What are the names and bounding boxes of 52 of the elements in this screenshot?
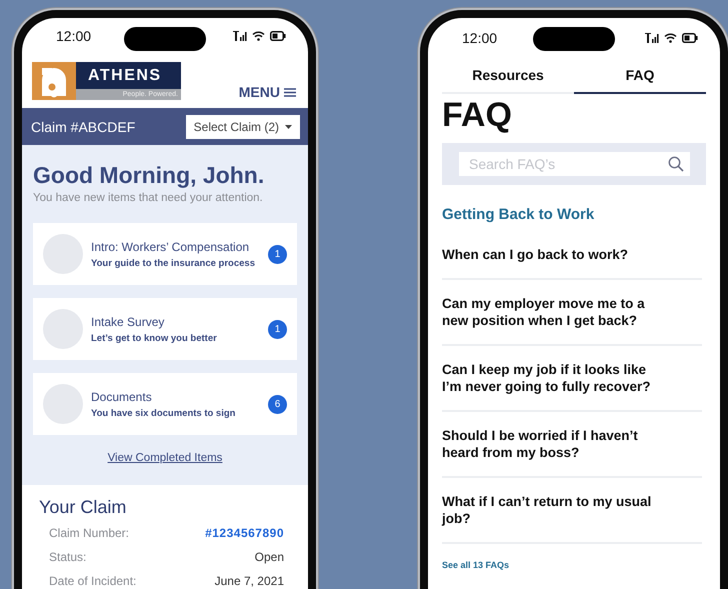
task-title: Intro: Workers’ Compensation bbox=[91, 240, 250, 254]
faq-heading: FAQ bbox=[442, 96, 513, 134]
task-subtitle: You have six documents to sign bbox=[91, 408, 236, 418]
task-title: Intake Survey bbox=[91, 314, 166, 328]
faq-question[interactable]: What if I can’t return to my usual job? bbox=[442, 478, 702, 544]
menu-icon bbox=[284, 88, 296, 96]
task-subtitle: Your guide to the insurance process bbox=[91, 258, 256, 268]
wifi-icon bbox=[252, 31, 265, 41]
task-title: Documents bbox=[91, 390, 153, 404]
faq-question[interactable]: Should I be worried if I haven’t heard from my boss? bbox=[442, 412, 702, 478]
logo-name: ATHENS bbox=[76, 62, 181, 89]
claim-label: Date of Incident: bbox=[49, 573, 136, 589]
tab[interactable]: FAQ bbox=[574, 58, 706, 94]
count-badge: 1 bbox=[268, 244, 287, 264]
claim-label: Status: bbox=[49, 549, 86, 566]
claim-label: Claim Number: bbox=[49, 525, 130, 542]
status-time: 12:00 bbox=[462, 30, 498, 46]
claim-value: Open bbox=[254, 549, 284, 566]
claim-value: June 7, 2021 bbox=[214, 573, 284, 589]
see-all-link[interactable]: See all 13 FAQs bbox=[442, 560, 510, 570]
claim-title: Claim #ABCDEF bbox=[31, 118, 136, 134]
tab[interactable]: Resources bbox=[442, 58, 574, 94]
logo-mark-icon bbox=[32, 62, 76, 100]
search-icon[interactable] bbox=[668, 156, 684, 172]
claim-heading: Your Claim bbox=[39, 496, 128, 519]
claim-number-link[interactable]: #1234567890 bbox=[205, 521, 284, 545]
faq-question[interactable]: When can I go back to work? bbox=[442, 231, 702, 280]
task-subtitle: Let’s get to know you better bbox=[91, 332, 218, 344]
count-badge: 1 bbox=[268, 320, 287, 338]
claim-select[interactable]: Select Claim (2) bbox=[186, 114, 300, 138]
wifi-icon bbox=[664, 33, 677, 43]
caret-icon bbox=[285, 124, 292, 128]
signal-icon bbox=[233, 31, 247, 41]
status-time: 12:00 bbox=[56, 28, 92, 44]
menu-button[interactable]: MENU bbox=[238, 84, 296, 100]
faq-question[interactable]: Can my employer move me to a new position when I get back? bbox=[442, 280, 702, 346]
view-completed-link[interactable]: View Completed Items bbox=[108, 452, 222, 464]
avatar-circle bbox=[43, 309, 83, 349]
task-card[interactable]: Documents You have six documents to sign 6 bbox=[33, 373, 297, 435]
avatar-circle bbox=[43, 384, 83, 424]
battery-icon bbox=[682, 33, 698, 43]
search-field[interactable]: Search FAQ’s bbox=[459, 152, 690, 176]
signal-icon bbox=[645, 33, 659, 43]
avatar-circle bbox=[43, 234, 83, 274]
faq-question[interactable]: Can I keep my job if it looks like I’m never going to fully recover? bbox=[442, 346, 702, 412]
task-card[interactable]: Intro: Workers’ Compensation Your guide to the insurance process 1 bbox=[33, 223, 297, 285]
section-heading: Getting Back to Work bbox=[442, 205, 596, 225]
battery-icon bbox=[270, 31, 286, 41]
greeting-heading: Good Morning, John. bbox=[33, 161, 266, 190]
task-card[interactable]: Intake Survey Let’s get to know you better 1 bbox=[33, 298, 297, 360]
count-badge: 6 bbox=[268, 394, 287, 414]
greeting-subtitle: You have new items that need your attention. bbox=[33, 191, 264, 206]
